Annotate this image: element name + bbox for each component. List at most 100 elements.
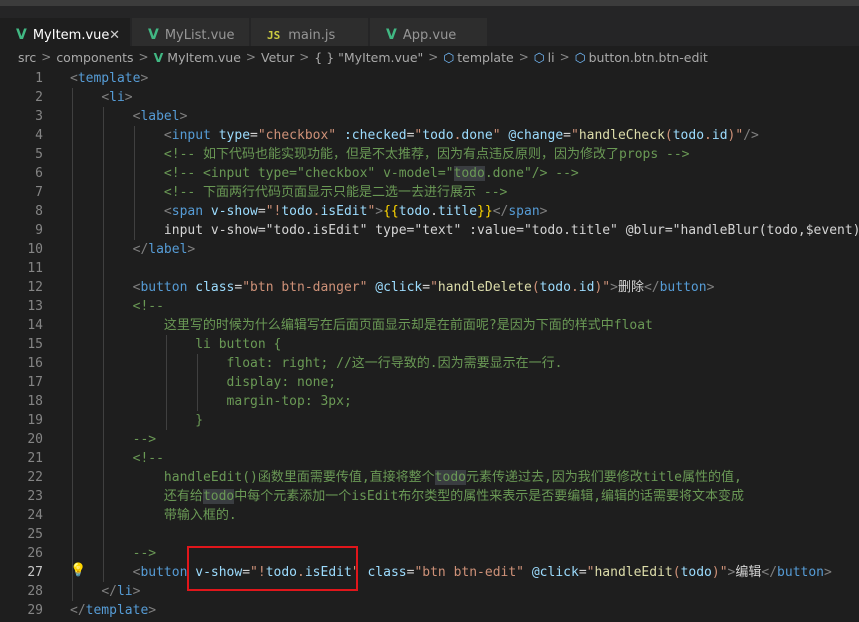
editor-tab-bar: V MyItem.vue ✕ V MyList.vue JS main.js V… bbox=[0, 6, 859, 52]
chevron-right-icon: > bbox=[518, 50, 529, 64]
code-line[interactable]: 3 <label> bbox=[0, 107, 859, 126]
code-line[interactable]: 4 <input type="checkbox" :checked="todo.… bbox=[0, 126, 859, 145]
breadcrumb: src > components > V MyItem.vue > Vetur … bbox=[0, 46, 859, 68]
code-text: <span v-show="!todo.isEdit">{{todo.title… bbox=[163, 204, 548, 219]
line-number: 21 bbox=[27, 451, 43, 466]
breadcrumb-item-button[interactable]: button.btn.btn-edit bbox=[589, 50, 708, 65]
code-line[interactable]: 1 <template> bbox=[0, 69, 859, 88]
code-line[interactable]: 29 </template> bbox=[0, 601, 859, 620]
vue-file-icon: V bbox=[16, 27, 27, 43]
code-line[interactable]: 16 float: right; //这一行导致的.因为需要显示在一行. bbox=[0, 354, 859, 373]
line-number: 23 bbox=[27, 489, 43, 504]
code-text: li button { bbox=[195, 337, 282, 352]
code-line[interactable]: 6 <!-- <input type="checkbox" v-model="t… bbox=[0, 164, 859, 183]
code-text: <button v-show="!todo.isEdit" class="btn… bbox=[132, 565, 832, 580]
symbol-element-icon: ⬡ bbox=[443, 49, 455, 65]
code-line[interactable]: 8 <span v-show="!todo.isEdit">{{todo.tit… bbox=[0, 202, 859, 221]
tab-label: main.js bbox=[288, 27, 336, 43]
code-editor[interactable]: 1 <template> 2 <li> 3 <label> 4 <input type=… bbox=[0, 68, 859, 622]
indent-guide bbox=[196, 354, 198, 411]
code-text: </li> bbox=[101, 584, 141, 599]
code-text: 还有给todo中每个元素添加一个isEdit布尔类型的属性来表示是否要编辑,编辑… bbox=[163, 489, 745, 504]
line-number: 18 bbox=[27, 394, 43, 409]
code-line[interactable]: 24 带输入框的. bbox=[0, 506, 859, 525]
line-number: 25 bbox=[27, 527, 43, 542]
chevron-right-icon: > bbox=[41, 50, 52, 64]
code-line[interactable]: 21 <!-- bbox=[0, 449, 859, 468]
code-line[interactable]: 19 } bbox=[0, 411, 859, 430]
code-text: <li> bbox=[101, 90, 133, 105]
code-line[interactable]: 7 <!-- 下面两行代码页面显示只能是二选一去进行展示 --> bbox=[0, 183, 859, 202]
code-line[interactable]: 2 <li> bbox=[0, 88, 859, 107]
code-text: <button class="btn btn-danger" @click="h… bbox=[132, 280, 715, 295]
line-number: 8 bbox=[35, 204, 43, 219]
chevron-right-icon: > bbox=[559, 50, 570, 64]
code-text: 这里写的时候为什么编辑写在后面页面显示却是在前面呢?是因为下面的样式中float bbox=[163, 318, 653, 333]
line-number: 11 bbox=[27, 261, 43, 276]
breadcrumb-item-components[interactable]: components bbox=[56, 50, 133, 65]
code-line[interactable]: 27 <button v-show="!todo.isEdit" class="… bbox=[0, 563, 859, 582]
line-number: 16 bbox=[27, 356, 43, 371]
code-line[interactable]: 13 <!-- bbox=[0, 297, 859, 316]
code-line[interactable]: 28 </li> bbox=[0, 582, 859, 601]
code-line[interactable]: 25 bbox=[0, 525, 859, 544]
code-line[interactable]: 10 </label> bbox=[0, 240, 859, 259]
breadcrumb-item-module[interactable]: { } "MyItem.vue" bbox=[314, 50, 423, 65]
line-number: 14 bbox=[27, 318, 43, 333]
code-line[interactable]: 23 还有给todo中每个元素添加一个isEdit布尔类型的属性来表示是否要编辑… bbox=[0, 487, 859, 506]
code-line[interactable]: 5 <!-- 如下代码也能实现功能，但是不太推荐，因为有点违反原则，因为修改了p… bbox=[0, 145, 859, 164]
code-text: <!-- 下面两行代码页面显示只能是二选一去进行展示 --> bbox=[163, 185, 508, 200]
chevron-right-icon: > bbox=[138, 50, 149, 64]
code-line[interactable]: 9 input v-show="todo.isEdit" type="text"… bbox=[0, 221, 859, 240]
code-line[interactable]: 11 bbox=[0, 259, 859, 278]
lightbulb-icon[interactable]: 💡 bbox=[70, 563, 86, 578]
line-number: 12 bbox=[27, 280, 43, 295]
breadcrumb-item-src[interactable]: src bbox=[18, 50, 36, 65]
chevron-right-icon: > bbox=[299, 50, 310, 64]
code-line[interactable]: 12 <button class="btn btn-danger" @click… bbox=[0, 278, 859, 297]
highlight-annotation-box bbox=[187, 546, 358, 591]
line-number: 26 bbox=[27, 546, 43, 561]
code-text: </label> bbox=[132, 242, 196, 257]
code-text: <!-- 如下代码也能实现功能，但是不太推荐，因为有点违反原则，因为修改了pro… bbox=[163, 147, 690, 162]
line-number: 27 bbox=[27, 565, 43, 580]
line-number: 7 bbox=[35, 185, 43, 200]
code-text: </template> bbox=[70, 603, 157, 618]
code-line[interactable]: 20 --> bbox=[0, 430, 859, 449]
code-line[interactable]: 22 handleEdit()函数里面需要传值,直接将整个todo元素传递过去,… bbox=[0, 468, 859, 487]
line-number: 6 bbox=[35, 166, 43, 181]
vue-file-icon: V bbox=[386, 27, 397, 43]
line-number: 13 bbox=[27, 299, 43, 314]
code-text: --> bbox=[132, 432, 157, 447]
tab-label: MyList.vue bbox=[164, 27, 235, 43]
code-line[interactable]: 18 margin-top: 3px; bbox=[0, 392, 859, 411]
vue-file-icon: V bbox=[153, 49, 164, 65]
code-text: --> bbox=[132, 546, 157, 561]
chevron-right-icon: > bbox=[245, 50, 256, 64]
line-number: 22 bbox=[27, 470, 43, 485]
breadcrumb-item-vetur[interactable]: Vetur bbox=[261, 50, 294, 65]
code-line[interactable]: 17 display: none; bbox=[0, 373, 859, 392]
line-number: 9 bbox=[35, 223, 43, 238]
symbol-element-icon: ⬡ bbox=[533, 49, 545, 65]
line-number: 4 bbox=[35, 128, 43, 143]
close-tab-icon[interactable]: ✕ bbox=[109, 28, 120, 43]
line-number: 10 bbox=[27, 242, 43, 257]
code-text: display: none; bbox=[226, 375, 337, 390]
line-number: 1 bbox=[35, 71, 43, 86]
code-text: <input type="checkbox" :checked="todo.do… bbox=[163, 128, 759, 143]
code-line[interactable]: 15 li button { bbox=[0, 335, 859, 354]
js-file-icon: JS bbox=[267, 28, 281, 42]
breadcrumb-item-li[interactable]: li bbox=[548, 50, 555, 65]
code-line[interactable]: 14 这里写的时候为什么编辑写在后面页面显示却是在前面呢?是因为下面的样式中fl… bbox=[0, 316, 859, 335]
vue-file-icon: V bbox=[148, 27, 159, 43]
line-number: 3 bbox=[35, 109, 43, 124]
code-text: <!-- bbox=[132, 299, 164, 314]
code-line[interactable]: 26 --> bbox=[0, 544, 859, 563]
breadcrumb-item-template[interactable]: template bbox=[457, 50, 513, 65]
breadcrumb-item-file[interactable]: MyItem.vue bbox=[167, 50, 241, 65]
code-text: input v-show="todo.isEdit" type="text" :… bbox=[163, 223, 859, 238]
line-number: 19 bbox=[27, 413, 43, 428]
line-number: 5 bbox=[35, 147, 43, 162]
line-number: 24 bbox=[27, 508, 43, 523]
